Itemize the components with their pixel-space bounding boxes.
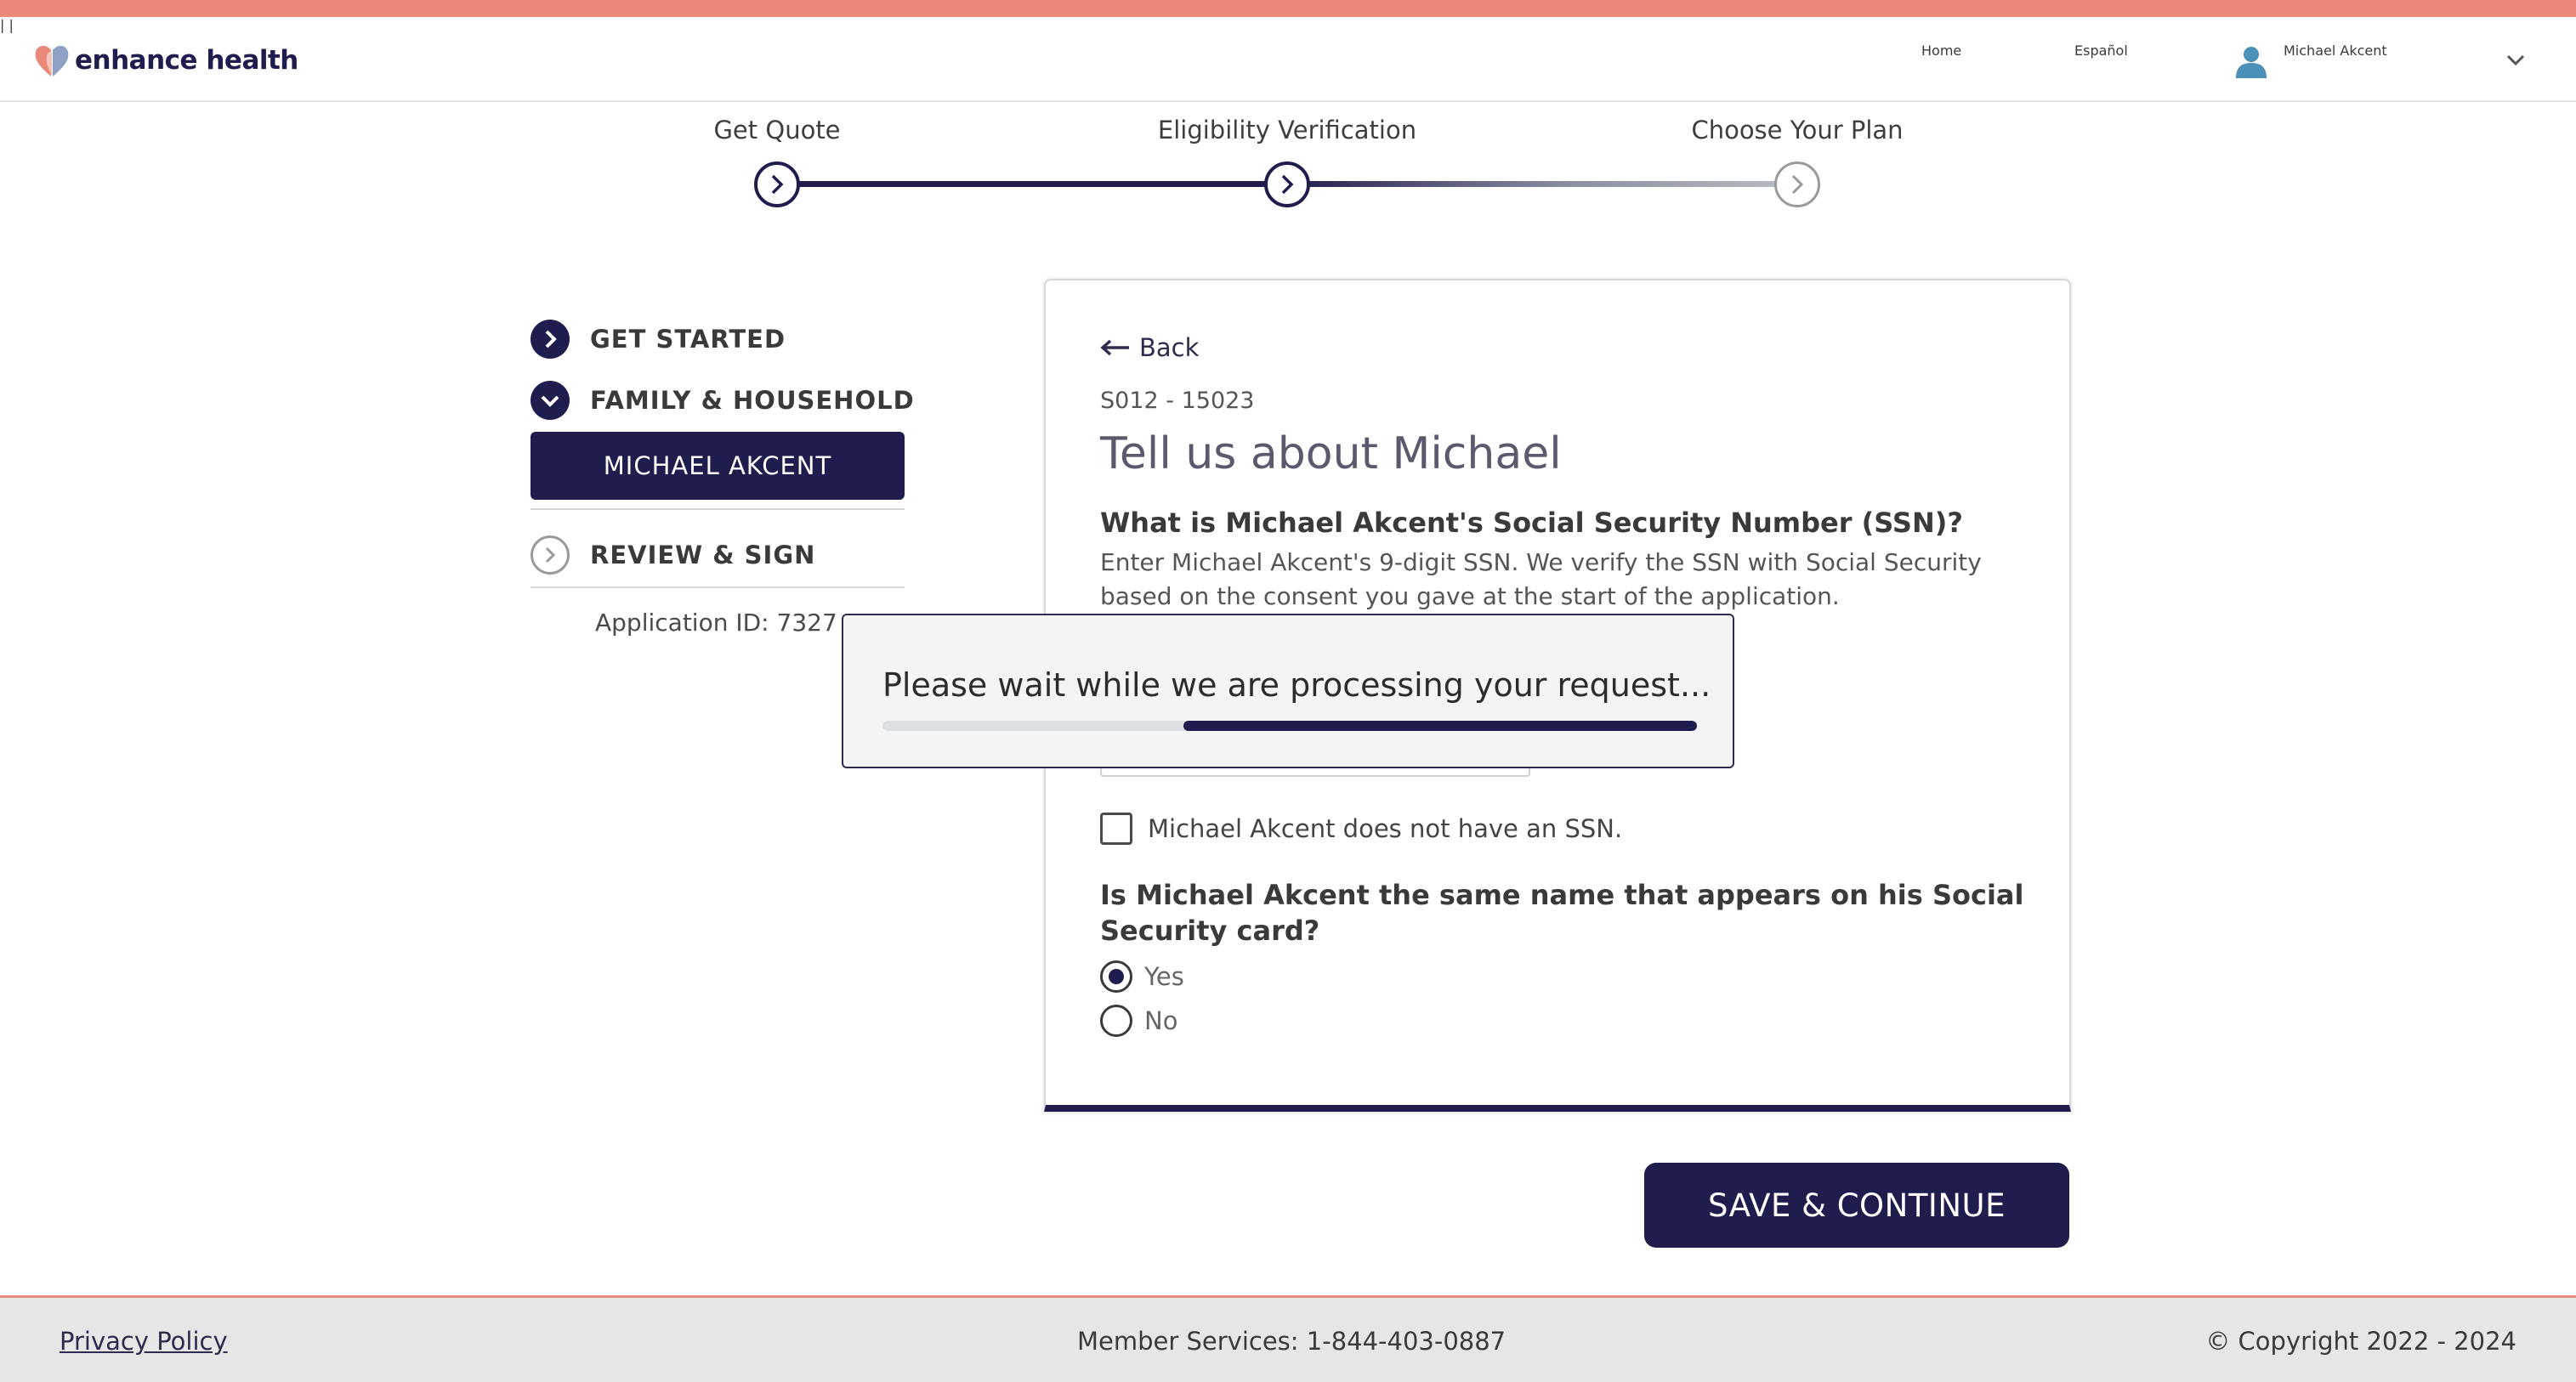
step-label-get-quote: Get Quote: [713, 116, 841, 144]
chevron-right-icon: [531, 535, 570, 575]
sidebar-item-michael-akcent[interactable]: MICHAEL AKCENT: [531, 432, 905, 500]
ssn-help-text: Enter Michael Akcent's 9-digit SSN. We v…: [1100, 548, 1982, 610]
sidebar-divider: [531, 586, 905, 588]
processing-progress-fill: [1183, 721, 1697, 731]
no-ssn-label: Michael Akcent does not have an SSN.: [1148, 814, 1623, 843]
stepper-track-complete: [777, 181, 1287, 187]
sidebar-item-label: REVIEW & SIGN: [590, 541, 816, 569]
processing-message: Please wait while we are processing your…: [882, 666, 1711, 704]
radio-yes-row[interactable]: Yes: [1100, 960, 1184, 993]
application-id: Application ID: 7327: [595, 609, 837, 637]
chevron-down-icon: [531, 381, 570, 420]
chevron-down-icon[interactable]: [2506, 54, 2525, 66]
stepper-track-upcoming: [1287, 181, 1797, 187]
back-label: Back: [1139, 333, 1200, 362]
chevron-right-icon: [771, 174, 784, 195]
chevron-right-icon: [1791, 174, 1804, 195]
logo-text: enhance health: [75, 45, 298, 76]
top-accent-bar: [0, 0, 2576, 17]
no-ssn-checkbox[interactable]: [1100, 813, 1132, 845]
logo[interactable]: enhance health: [32, 39, 298, 82]
arrow-left-icon: [1100, 339, 1129, 356]
radio-no[interactable]: [1100, 1005, 1132, 1037]
copyright: © Copyright 2022 - 2024: [2205, 1327, 2516, 1356]
sidebar-item-label: GET STARTED: [590, 325, 786, 354]
step-circle-eligibility[interactable]: [1264, 161, 1310, 207]
application-page: enhance health Home | Español | Michael …: [0, 0, 2576, 1382]
processing-modal: Please wait while we are processing your…: [842, 614, 1734, 768]
radio-no-label: No: [1144, 1006, 1178, 1035]
radio-selected-dot: [1109, 969, 1124, 984]
name-question: Is Michael Akcent the same name that app…: [1100, 879, 2024, 947]
nav-home-link[interactable]: Home: [1921, 42, 1961, 59]
nav-language-link[interactable]: Español: [2074, 42, 2128, 59]
form-code: S012 - 15023: [1100, 388, 1255, 414]
privacy-policy-link[interactable]: Privacy Policy: [60, 1327, 228, 1356]
footer: Privacy Policy Member Services: 1-844-40…: [0, 1295, 2576, 1382]
radio-yes-label: Yes: [1144, 962, 1184, 991]
sidebar-item-family-household[interactable]: FAMILY & HOUSEHOLD: [531, 381, 915, 420]
user-icon: [2236, 47, 2267, 78]
processing-progress-track: [882, 721, 1697, 731]
header: enhance health Home | Español | Michael …: [0, 17, 2576, 102]
save-continue-button[interactable]: SAVE & CONTINUE: [1644, 1163, 2069, 1248]
step-circle-choose-plan[interactable]: [1774, 161, 1820, 207]
nav-separator: |: [0, 17, 5, 33]
ssn-question: What is Michael Akcent's Social Security…: [1100, 507, 1963, 539]
nav-separator: |: [9, 17, 14, 33]
heart-logo-icon: [35, 45, 69, 76]
chevron-right-icon: [1281, 174, 1294, 195]
step-label-eligibility: Eligibility Verification: [1157, 116, 1417, 144]
user-menu-name[interactable]: Michael Akcent: [2284, 42, 2387, 59]
chevron-right-icon: [531, 320, 570, 359]
radio-yes[interactable]: [1100, 960, 1132, 993]
sidebar-item-review-sign[interactable]: REVIEW & SIGN: [531, 535, 815, 575]
page-title: Tell us about Michael: [1100, 428, 1562, 479]
back-link[interactable]: Back: [1100, 333, 1199, 362]
member-services: Member Services: 1-844-403-0887: [1077, 1327, 1506, 1356]
step-label-choose-plan: Choose Your Plan: [1691, 116, 1904, 144]
radio-no-row[interactable]: No: [1100, 1005, 1177, 1037]
step-circle-get-quote[interactable]: [754, 161, 800, 207]
sidebar-item-get-started[interactable]: GET STARTED: [531, 320, 786, 359]
sidebar-divider: [531, 508, 905, 510]
no-ssn-checkbox-row[interactable]: Michael Akcent does not have an SSN.: [1100, 813, 1622, 845]
sidebar-item-label: FAMILY & HOUSEHOLD: [590, 386, 915, 415]
